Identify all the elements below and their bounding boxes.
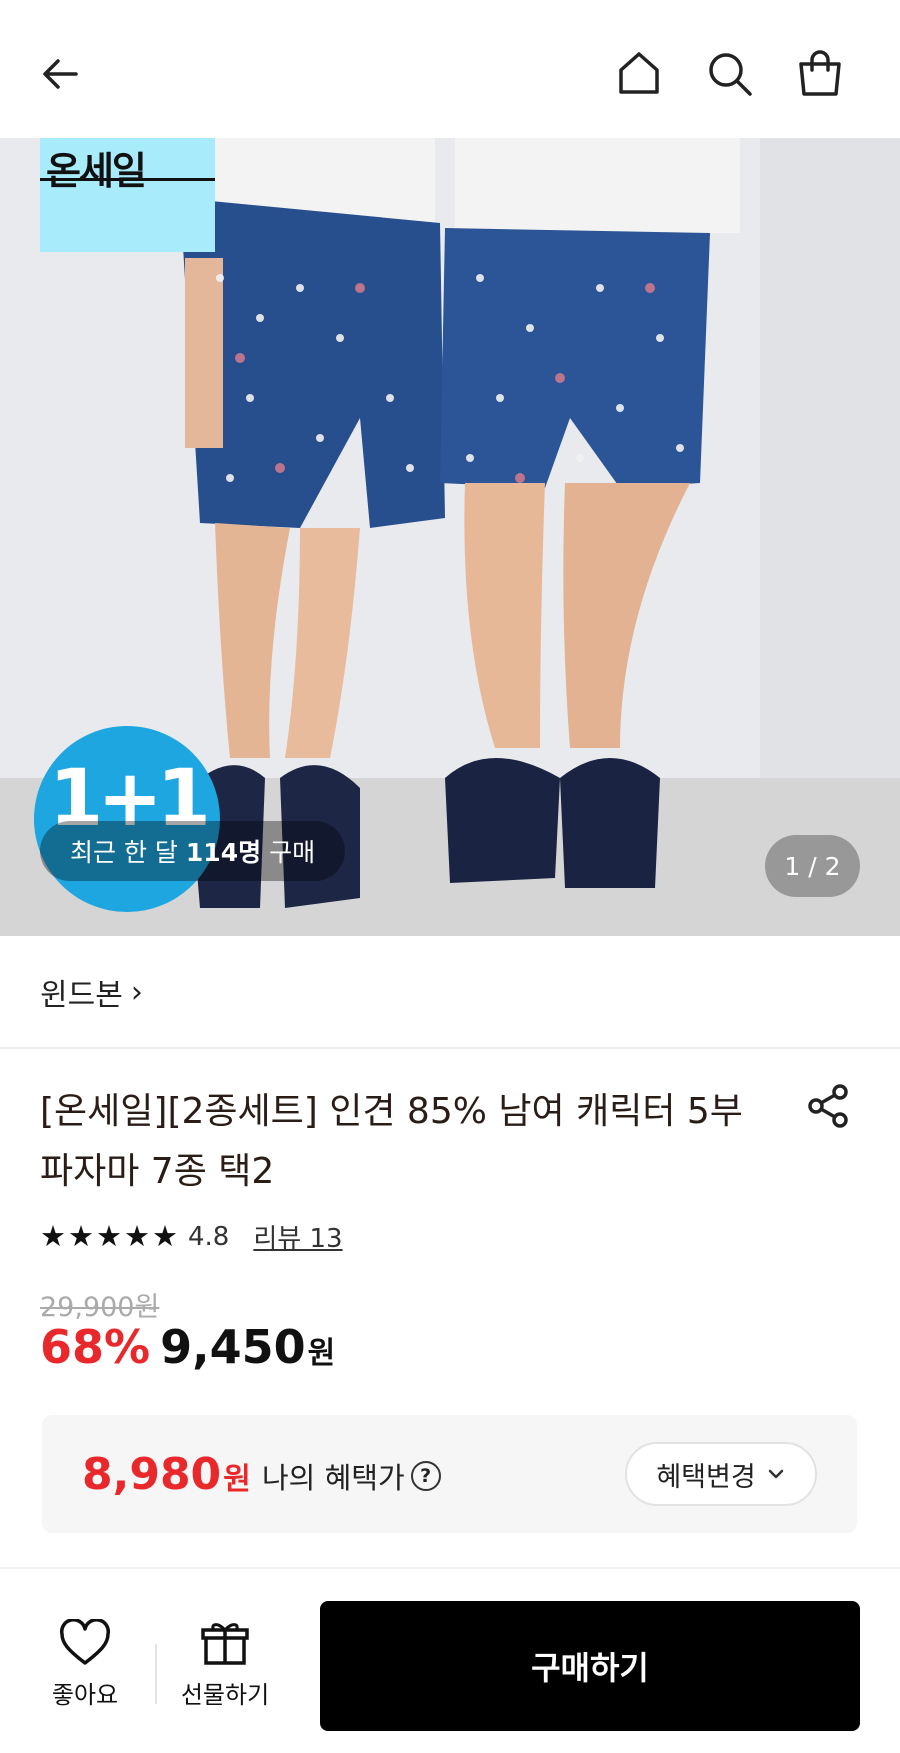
benefit-currency: 원 <box>223 1462 251 1497</box>
star-icon: ★ <box>124 1219 150 1253</box>
product-image-carousel[interactable]: 온세일 1+1 최근 한 달 114명 구매 1 / 2 <box>0 138 900 936</box>
star-rating: ★ ★ ★ ★ ★ <box>40 1222 178 1251</box>
product-title: [온세일][2종세트] 인견 85% 남여 캐릭터 5부 파자마 7종 택2 <box>40 1091 743 1192</box>
share-button[interactable] <box>800 1078 856 1134</box>
original-price: 29,900원 <box>40 1292 160 1323</box>
bottom-action-bar: 좋아요 선물하기 구매하기 <box>0 1569 900 1753</box>
gift-icon <box>201 1623 249 1665</box>
like-button[interactable]: 좋아요 <box>40 1619 130 1710</box>
cart-button[interactable] <box>790 44 850 104</box>
promo-1plus1-badge: 1+1 <box>34 726 220 912</box>
heart-icon <box>59 1619 111 1665</box>
home-button[interactable] <box>609 44 669 104</box>
benefit-change-button[interactable]: 혜택변경 <box>625 1442 817 1506</box>
price-row: 68% 9,450 원 <box>40 1320 335 1374</box>
like-label: 좋아요 <box>51 1681 119 1709</box>
star-icon: ★ <box>152 1219 178 1253</box>
benefit-price-value: 8,980 <box>82 1449 222 1500</box>
arrow-left-icon <box>43 59 78 89</box>
benefit-price: 8,980 원 <box>82 1449 251 1500</box>
divider <box>0 1047 900 1049</box>
top-app-bar <box>0 0 900 138</box>
recent-purchases-suffix: 구매 <box>269 838 316 867</box>
recent-purchases-prefix: 최근 한 달 <box>70 838 178 867</box>
gift-button[interactable]: 선물하기 <box>170 1619 280 1710</box>
review-link[interactable]: 리뷰 13 <box>253 1218 342 1255</box>
star-icon: ★ <box>96 1219 122 1253</box>
recent-purchases-count: 114명 <box>185 838 262 867</box>
benefit-change-label: 혜택변경 <box>656 1461 756 1493</box>
chevron-down-icon <box>768 1469 783 1479</box>
gift-label: 선물하기 <box>180 1681 270 1709</box>
image-page-indicator: 1 / 2 <box>765 835 860 897</box>
onsale-badge: 온세일 <box>40 138 215 252</box>
brand-name: 윈드본 <box>40 978 123 1013</box>
recent-purchases-pill: 최근 한 달 114명 구매 <box>40 821 346 881</box>
discount-rate: 68% <box>40 1320 151 1374</box>
rating-score: 4.8 <box>188 1221 230 1252</box>
search-icon <box>709 53 752 96</box>
shopping-bag-icon <box>799 50 841 96</box>
divider <box>155 1644 157 1704</box>
benefit-price-box: 8,980 원 나의 혜택가 ? 혜택변경 <box>42 1415 857 1533</box>
rating-row: ★ ★ ★ ★ ★ 4.8 리뷰 13 <box>40 1218 343 1255</box>
back-button[interactable] <box>30 44 90 104</box>
home-icon <box>619 52 659 94</box>
sale-price: 9,450 <box>160 1320 306 1374</box>
buy-button[interactable]: 구매하기 <box>320 1601 860 1731</box>
star-icon: ★ <box>40 1219 66 1253</box>
benefit-label-text: 나의 혜택가 <box>262 1461 405 1495</box>
currency-unit: 원 <box>307 1336 336 1371</box>
question-circle-icon[interactable]: ? <box>410 1461 441 1491</box>
share-icon <box>808 1084 848 1128</box>
star-icon: ★ <box>68 1219 94 1253</box>
brand-link[interactable]: 윈드본 › <box>40 970 143 1014</box>
search-button[interactable] <box>700 44 760 104</box>
chevron-right-icon: › <box>130 974 143 1010</box>
benefit-label: 나의 혜택가 ? <box>262 1455 441 1497</box>
